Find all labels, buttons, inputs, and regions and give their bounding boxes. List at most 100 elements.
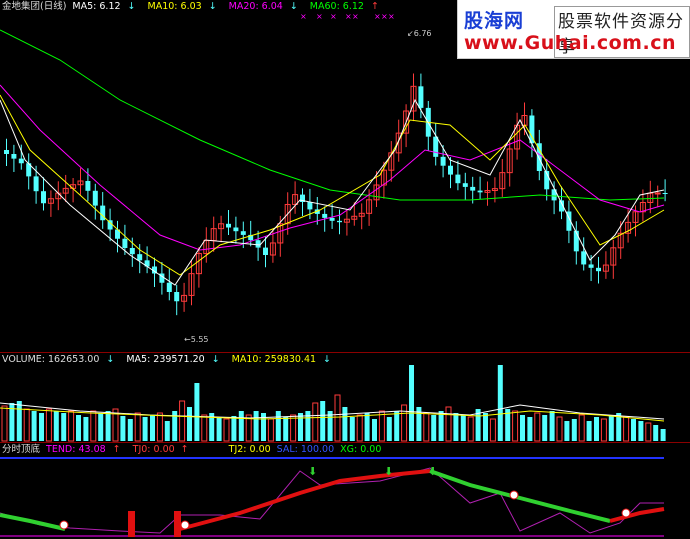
candle-down — [418, 86, 424, 108]
volume-bar-up — [223, 418, 230, 442]
volume-bar-down — [61, 413, 67, 441]
volume-bar-up — [489, 418, 496, 442]
trend-up-segment — [179, 469, 431, 531]
volume-bar-down — [320, 401, 326, 441]
volume-bar-down — [31, 411, 37, 441]
candle-down — [263, 247, 268, 255]
price-legend: 金地集团(日线) MA5: 6.12 ↓ MA10: 6.03 ↓ MA20: 6.04 ↓… — [2, 1, 391, 13]
candle-down — [462, 183, 468, 187]
tj0-label: TJ0: 0.00 — [132, 444, 175, 455]
signal-bar — [174, 511, 181, 537]
volume-bar-up — [156, 412, 163, 442]
signal-marker: × — [388, 12, 395, 21]
volume-bar-down — [283, 417, 289, 441]
signal-dot-icon — [621, 508, 631, 518]
signal-marker: × — [381, 12, 388, 21]
candle-down — [329, 217, 335, 221]
ma5-label: MA5: 6.12 ↓ — [72, 1, 136, 12]
volume-bar-down — [372, 419, 377, 441]
signal-marker: × — [352, 12, 359, 21]
indicator-chart[interactable]: ⬇ ⬇ ⬇ — [0, 443, 690, 539]
volume-chart-panel[interactable]: VOLUME: 162653.00 ↓ MA5: 239571.20 ↓ MA10: 2… — [0, 352, 690, 443]
trend-down-segment — [0, 513, 66, 531]
volume-bar-up — [201, 414, 208, 442]
volume-bar-down — [150, 415, 155, 441]
low-price-value: 5.55 — [190, 335, 209, 344]
candle-down — [41, 191, 46, 204]
volume-bar-down — [53, 411, 59, 441]
volume-bar-up — [600, 418, 607, 442]
volume-bar-down — [497, 365, 503, 441]
candle-down — [85, 181, 91, 191]
volume-bar-up — [45, 408, 52, 442]
volume-bar-up — [23, 408, 30, 442]
candle-down — [255, 240, 261, 248]
candle-down — [573, 230, 579, 252]
volume-chart[interactable] — [0, 353, 690, 443]
volume-bar-down — [660, 429, 666, 441]
candle-down — [122, 238, 128, 248]
volume-bar-down — [349, 417, 355, 441]
volume-bar-down — [594, 417, 599, 441]
candle-down — [455, 174, 461, 184]
volume-bar-down — [564, 421, 570, 441]
candle-down — [240, 231, 246, 235]
volume-bar-down — [187, 407, 192, 441]
signal-dot-icon — [509, 490, 519, 500]
volume-bar-up — [378, 410, 385, 442]
volume-bar-down — [431, 415, 437, 441]
volume-bar-up — [334, 394, 341, 442]
candle-down — [11, 154, 17, 159]
tend-line — [0, 467, 664, 534]
sell-arrow-icon: ⬇ — [308, 465, 317, 478]
volume-bar-down — [76, 415, 81, 441]
high-price-value: 6.76 — [413, 29, 432, 38]
xg-label: XG: 0.00 — [340, 444, 382, 455]
high-price-annotation: ↙6.76 — [407, 29, 432, 38]
candle-down — [477, 190, 483, 193]
volume-bar-down — [142, 417, 148, 441]
candle-down — [596, 267, 601, 272]
stock-title: 金地集团(日线) — [2, 1, 67, 12]
volume-bar-down — [216, 417, 222, 441]
volume-bar-up — [423, 412, 430, 442]
candle-down — [581, 251, 587, 265]
volume-bar-down — [638, 421, 644, 441]
candle-down — [433, 136, 439, 157]
candle-down — [129, 248, 135, 255]
volume-bar-up — [401, 404, 408, 442]
volume-bar-down — [127, 419, 133, 441]
signal-marker: × — [300, 12, 307, 21]
volume-bar-down — [409, 365, 414, 441]
volume-bar-down — [520, 415, 525, 441]
volume-bar-down — [342, 407, 348, 441]
volume-bar-up — [645, 422, 652, 442]
indicator-chart-panel[interactable]: ⬇ ⬇ ⬇ 分时顶底 TEND: 43.08 ↑ TJ0: 0.00 ↑ TJ2: 0.00 S… — [0, 442, 690, 539]
volume-bar-down — [586, 421, 592, 441]
signal-marker: × — [374, 12, 381, 21]
volume-bar-up — [267, 418, 274, 442]
trend-down-segment — [429, 469, 611, 523]
candle-down — [470, 186, 476, 191]
volume-bar-up — [356, 414, 363, 442]
volume-ma5-label: MA5: 239571.20 ↓ — [126, 354, 220, 365]
volume-bar-down — [231, 416, 237, 441]
candle-down — [448, 165, 453, 175]
volume-bar-down — [364, 413, 370, 441]
volume-bar-up — [445, 406, 452, 442]
volume-bar-up — [312, 402, 319, 442]
sal-label: SAL: 100.00 — [276, 444, 335, 455]
volume-bar-up — [179, 400, 186, 442]
candle-down — [226, 223, 231, 228]
volume-bar-up — [512, 410, 519, 442]
volume-bar-down — [549, 411, 555, 441]
volume-bar-up — [90, 410, 97, 442]
candle-down — [307, 202, 313, 210]
volume-bar-up — [556, 416, 563, 442]
volume-bar-down — [386, 417, 392, 441]
candle-down — [337, 220, 342, 223]
volume-bar-down — [460, 415, 466, 441]
signal-dot-icon — [180, 520, 190, 530]
candle-down — [18, 158, 24, 164]
volume-bar-down — [453, 413, 459, 441]
